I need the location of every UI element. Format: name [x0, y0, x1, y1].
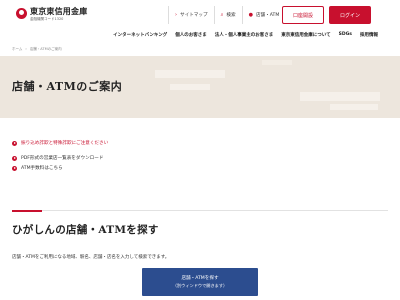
- sitemap-link[interactable]: › サイトマップ: [168, 6, 214, 24]
- search-label: 検索: [226, 13, 236, 18]
- open-account-button[interactable]: 口座開設: [282, 6, 324, 24]
- login-button[interactable]: ログイン: [329, 6, 371, 24]
- breadcrumb-separator: ›: [25, 47, 27, 51]
- chevron-right-icon: ›: [175, 12, 177, 18]
- section-description: 店舗・ATMをご利用になる地域、駅名、店舗・店名を入力して検索できます。: [12, 255, 170, 260]
- logo-code: 金融機関コード1320: [30, 17, 64, 21]
- search-button-sublabel: （別ウィンドウで開きます）: [172, 283, 228, 288]
- section-title: ひがしんの店舗・ATMを探す: [12, 224, 159, 236]
- nav-sdgs[interactable]: SDGs: [335, 32, 356, 37]
- hero-decoration: [300, 92, 380, 101]
- main-nav: インターネットバンキング 個人のお客さま 法人・個人事業主のお客さま 東京東信用…: [0, 29, 400, 40]
- hero-decoration: [262, 60, 292, 65]
- breadcrumb: ホーム › 店舗・ATMのご案内: [12, 47, 62, 52]
- atm-fee-label: ATM手数料はこちら: [21, 166, 63, 171]
- store-atm-search-button[interactable]: 店舗・ATMを探す （別ウィンドウで開きます）: [142, 268, 258, 296]
- logo-text: 東京東信用金庫 金融機関コード1320: [30, 7, 87, 22]
- pdf-download-link[interactable]: PDF形式の営業店一覧表をダウンロード: [12, 155, 103, 161]
- fraud-warning-link[interactable]: 振り込め詐欺と特殊詐欺にご注意ください: [12, 140, 108, 146]
- fraud-warning-label: 振り込め詐欺と特殊詐欺にご注意ください: [21, 141, 109, 146]
- breadcrumb-home[interactable]: ホーム: [12, 47, 22, 52]
- site-logo[interactable]: 東京東信用金庫 金融機関コード1320: [16, 7, 87, 22]
- hero-decoration: [330, 104, 378, 110]
- hero-decoration: [155, 70, 225, 78]
- section-divider-accent: [12, 210, 42, 212]
- store-atm-label: 店舗・ATM: [255, 13, 280, 18]
- search-link[interactable]: ⌕ 検索: [213, 6, 242, 24]
- nav-personal[interactable]: 個人のお客さま: [171, 32, 211, 38]
- arrow-circle-icon: [12, 140, 17, 146]
- utility-nav: › サイトマップ ⌕ 検索 ● 店舗・ATM: [168, 6, 285, 24]
- nav-internet-banking[interactable]: インターネットバンキング: [109, 32, 171, 38]
- search-icon: ⌕: [220, 12, 224, 18]
- logo-name: 東京東信用金庫: [30, 7, 88, 16]
- sitemap-label: サイトマップ: [180, 13, 208, 18]
- search-button-label: 店舗・ATMを探す: [181, 276, 219, 281]
- atm-fee-link[interactable]: ATM手数料はこちら: [12, 165, 63, 171]
- nav-recruit[interactable]: 採用情報: [356, 32, 382, 38]
- breadcrumb-current: 店舗・ATMのご案内: [29, 47, 62, 51]
- page-title: 店舗・ATMのご案内: [12, 80, 123, 93]
- logo-mark-icon: [16, 8, 27, 19]
- section-divider: [12, 210, 388, 211]
- top-header: 東京東信用金庫 金融機関コード1320 › サイトマップ ⌕ 検索 ● 店舗・A…: [0, 0, 400, 30]
- arrow-circle-icon: [12, 165, 17, 171]
- nav-about[interactable]: 東京東信用金庫について: [277, 32, 334, 38]
- arrow-circle-icon: [12, 155, 17, 161]
- store-atm-link[interactable]: ● 店舗・ATM: [241, 6, 286, 24]
- nav-corporate[interactable]: 法人・個人事業主のお客さま: [211, 32, 278, 38]
- pdf-download-label: PDF形式の営業店一覧表をダウンロード: [21, 156, 104, 161]
- location-pin-icon: ●: [248, 12, 253, 18]
- hero-decoration: [170, 84, 210, 90]
- page-hero: 店舗・ATMのご案内: [0, 56, 400, 118]
